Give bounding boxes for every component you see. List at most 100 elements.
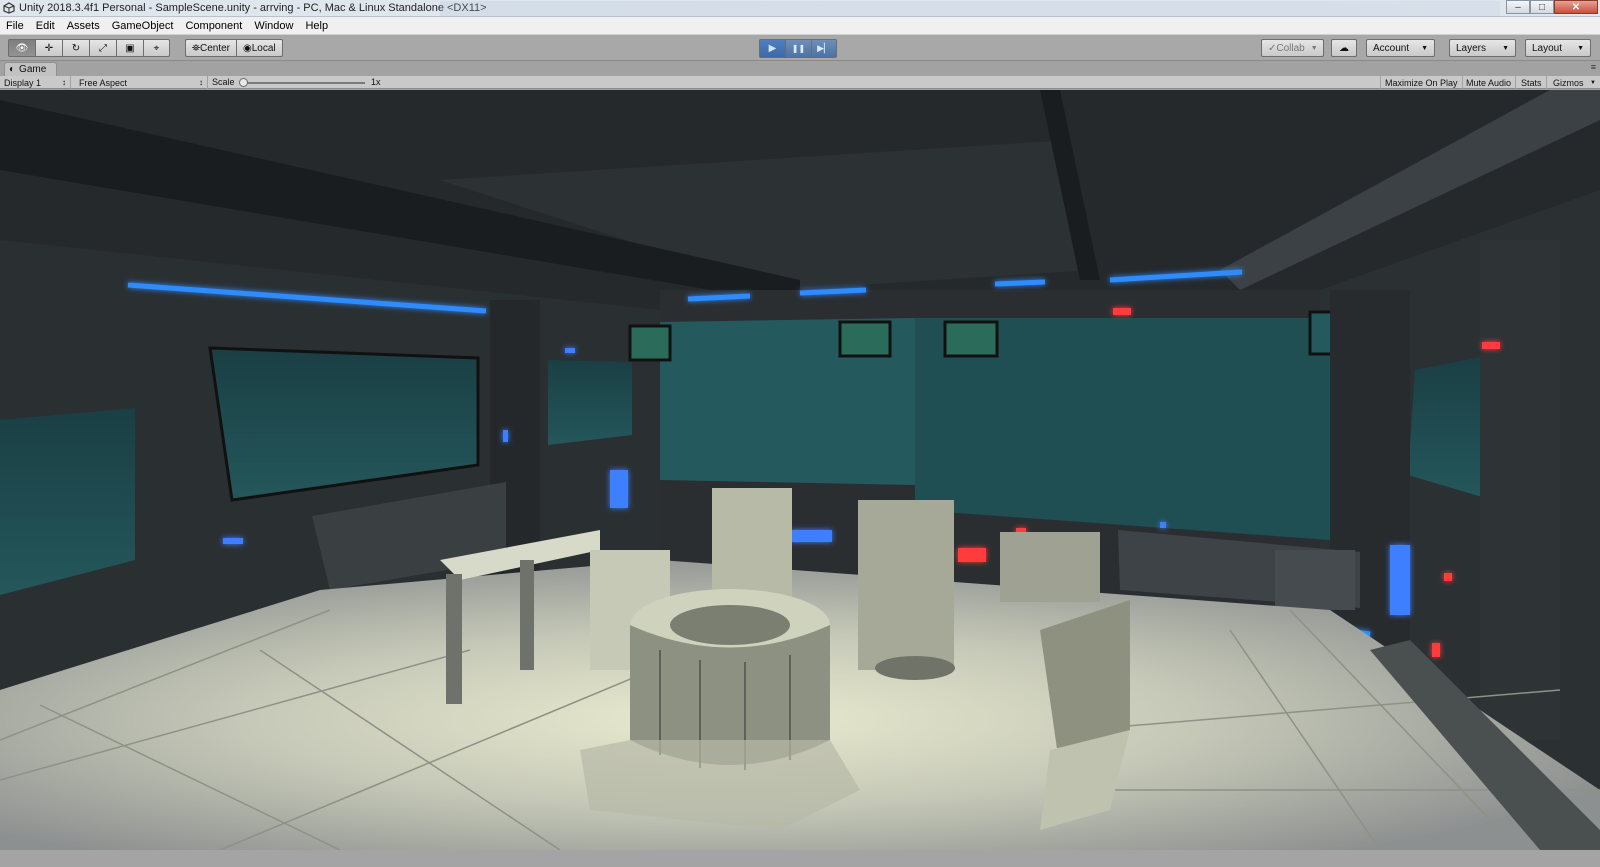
blue-panel-light — [610, 470, 628, 508]
pivot-center-label: Center — [200, 42, 231, 54]
mute-audio-toggle[interactable]: Mute Audio — [1462, 76, 1517, 89]
menu-bar: File Edit Assets GameObject Component Wi… — [0, 17, 1600, 35]
game-tab-icon: ◐ — [9, 64, 16, 75]
display-dropdown[interactable]: Display 1 ↕ — [0, 76, 71, 89]
move-tool-button[interactable]: ✛ — [35, 39, 62, 57]
red-indicator — [958, 548, 986, 562]
scale-value: 1x — [371, 77, 381, 87]
game-scene-render — [0, 90, 1600, 850]
layers-label: Layers — [1456, 42, 1487, 54]
scale-slider-track[interactable] — [241, 82, 365, 84]
right-console-block — [1275, 550, 1355, 610]
play-icon: ▶ — [768, 43, 777, 54]
monitor-screen — [943, 320, 999, 358]
stats-label: Stats — [1521, 77, 1542, 88]
step-icon: ▶▏ — [817, 43, 831, 53]
menu-file[interactable]: File — [0, 20, 30, 32]
play-button[interactable]: ▶ — [759, 39, 785, 58]
blue-panel-light — [1390, 545, 1410, 615]
layers-dropdown[interactable]: Layers ▼ — [1449, 39, 1516, 57]
menu-edit[interactable]: Edit — [30, 20, 61, 32]
transform-tools: 👁 ✛ ↻ ⤢ ▣ ⌖ — [8, 39, 170, 57]
rotate-icon: ↻ — [71, 42, 81, 54]
collab-label: Collab — [1276, 42, 1305, 54]
menu-window[interactable]: Window — [248, 20, 299, 32]
aspect-dropdown[interactable]: Free Aspect ↕ — [75, 76, 208, 89]
rotate-tool-button[interactable]: ↻ — [62, 39, 89, 57]
menu-help[interactable]: Help — [299, 20, 334, 32]
view-tool-button[interactable]: 👁 — [8, 39, 35, 57]
scale-icon: ⤢ — [99, 42, 107, 54]
scale-label: Scale — [212, 77, 235, 87]
pivot-center-button[interactable]: ⛯ Center — [185, 39, 237, 57]
menu-gameobject[interactable]: GameObject — [106, 20, 180, 32]
neon-strip — [994, 279, 1046, 287]
blue-indicator — [565, 348, 575, 353]
chevron-down-icon: ▼ — [1577, 44, 1584, 52]
gizmos-dropdown[interactable]: Gizmos ▼ — [1549, 76, 1600, 89]
check-icon: ✓ — [1268, 42, 1277, 54]
red-indicator — [1432, 643, 1440, 657]
red-indicator — [1113, 308, 1131, 315]
chevron-down-icon: ▼ — [1310, 44, 1318, 52]
pillar-base — [875, 656, 955, 680]
chevron-down-icon: ▼ — [1421, 44, 1428, 52]
blue-indicator — [1160, 522, 1166, 528]
pivot-icon: ⛯ — [192, 42, 200, 54]
pivot-local-button[interactable]: ◉ Local — [236, 39, 283, 57]
table-leg — [520, 560, 534, 670]
pivot-toggles: ⛯ Center ◉ Local — [185, 39, 283, 57]
step-button[interactable]: ▶▏ — [811, 39, 837, 58]
game-view-viewport[interactable] — [0, 90, 1600, 850]
play-controls: ▶ ❚❚ ▶▏ — [759, 39, 837, 58]
neon-strip — [799, 287, 867, 296]
stats-toggle[interactable]: Stats — [1517, 76, 1547, 89]
transform-tool-button[interactable]: ⌖ — [143, 39, 170, 57]
account-label: Account — [1373, 42, 1410, 54]
maximize-button[interactable]: □ — [1530, 0, 1554, 14]
collab-dropdown[interactable]: ✓ Collab ▼ — [1261, 39, 1324, 57]
scale-tool-button[interactable]: ⤢ — [89, 39, 116, 57]
account-dropdown[interactable]: Account ▼ — [1366, 39, 1435, 57]
cloud-button[interactable]: ☁ — [1331, 39, 1357, 57]
game-view-toolbar: Display 1 ↕ Free Aspect ↕ Scale 1x Maximiz… — [0, 76, 1600, 89]
game-tab-label: Game — [19, 64, 47, 75]
blue-panel-light — [790, 530, 832, 542]
red-indicator — [1482, 342, 1500, 349]
aspect-label: Free Aspect — [79, 77, 128, 88]
updown-icon: ↕ — [62, 78, 66, 87]
cloud-icon: ☁ — [1339, 42, 1349, 54]
local-icon: ◉ — [243, 42, 252, 54]
monitor-screen — [628, 324, 672, 362]
eye-icon: 👁 — [15, 42, 29, 54]
pause-button[interactable]: ❚❚ — [785, 39, 811, 58]
table-leg — [446, 574, 462, 704]
unity-logo-icon — [3, 2, 15, 14]
red-indicator — [1444, 573, 1452, 581]
scale-slider-thumb[interactable] — [239, 78, 248, 87]
menu-component[interactable]: Component — [179, 20, 248, 32]
layout-dropdown[interactable]: Layout ▼ — [1525, 39, 1591, 57]
game-tab-row: ◐ Game ≡ — [0, 61, 1600, 76]
menu-assets[interactable]: Assets — [61, 20, 106, 32]
rect-tool-button[interactable]: ▣ — [116, 39, 143, 57]
main-toolbar: 👁 ✛ ↻ ⤢ ▣ ⌖ ⛯ Center ◉ Local ▶ ❚❚ ▶▏ ✓ Coll… — [0, 35, 1600, 61]
rect-icon: ▣ — [125, 42, 135, 54]
mute-audio-label: Mute Audio — [1466, 77, 1512, 88]
panel-menu-icon[interactable]: ≡ — [1591, 62, 1596, 72]
move-icon: ✛ — [44, 42, 54, 54]
minimize-button[interactable]: – — [1506, 0, 1530, 14]
window-title: Unity 2018.3.4f1 Personal - SampleScene.… — [19, 2, 487, 14]
tab-game[interactable]: ◐ Game — [4, 62, 58, 76]
maximize-on-play-toggle[interactable]: Maximize On Play — [1380, 76, 1463, 89]
close-button[interactable]: ✕ — [1554, 0, 1598, 14]
chevron-down-icon: ▼ — [1590, 79, 1596, 86]
chevron-down-icon: ▼ — [1502, 44, 1509, 52]
window-title-bar: Unity 2018.3.4f1 Personal - SampleScene.… — [0, 0, 1600, 17]
neon-strip — [687, 293, 751, 302]
background-taskbar-ghost — [440, 1, 1500, 16]
monitor-screen — [838, 320, 892, 358]
left-panel-window — [548, 360, 632, 445]
status-bar — [0, 850, 1600, 867]
transform-icon: ⌖ — [153, 42, 160, 54]
